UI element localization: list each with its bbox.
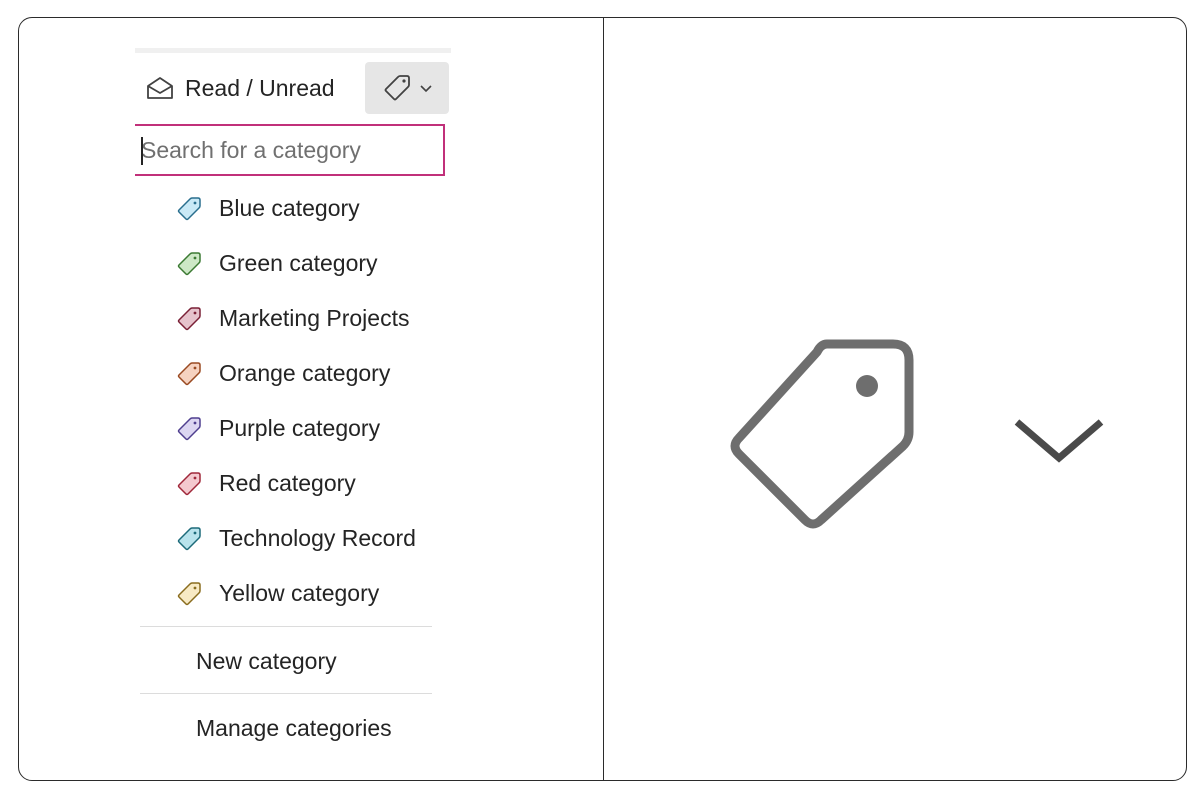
chevron-down-icon bbox=[420, 85, 432, 93]
category-item-yellow[interactable]: Yellow category bbox=[135, 566, 451, 621]
category-label: Technology Record bbox=[219, 525, 416, 551]
category-label: Purple category bbox=[219, 415, 381, 441]
category-dropdown-panel: Read / Unread Blue category bbox=[135, 48, 451, 760]
tag-icon bbox=[177, 526, 201, 550]
category-label: Orange category bbox=[219, 360, 391, 386]
category-search-input[interactable] bbox=[141, 136, 431, 164]
read-unread-button[interactable]: Read / Unread bbox=[145, 70, 335, 106]
categorize-button[interactable] bbox=[365, 62, 449, 114]
menu-separator bbox=[140, 626, 432, 627]
category-item-marketing-projects[interactable]: Marketing Projects bbox=[135, 291, 451, 346]
category-item-orange[interactable]: Orange category bbox=[135, 346, 451, 401]
category-list: Blue category Green category Marketing P… bbox=[135, 181, 451, 621]
ribbon-edge bbox=[135, 48, 451, 53]
toolbar: Read / Unread bbox=[135, 58, 451, 114]
category-label: Yellow category bbox=[219, 580, 380, 606]
tag-icon bbox=[177, 581, 201, 605]
screenshot-frame: Read / Unread Blue category bbox=[18, 17, 1187, 781]
category-item-technology-record[interactable]: Technology Record bbox=[135, 511, 451, 566]
tag-icon bbox=[177, 471, 201, 495]
envelope-open-icon bbox=[147, 77, 173, 99]
chevron-down-icon-zoomed bbox=[1014, 419, 1104, 463]
tag-icon-zoomed bbox=[730, 339, 914, 529]
category-search-box[interactable] bbox=[135, 124, 445, 176]
manage-categories-button[interactable]: Manage categories bbox=[196, 715, 392, 742]
new-category-button[interactable]: New category bbox=[196, 648, 337, 675]
category-item-purple[interactable]: Purple category bbox=[135, 401, 451, 456]
read-unread-label: Read / Unread bbox=[185, 74, 335, 101]
tag-icon bbox=[177, 251, 201, 275]
text-cursor bbox=[141, 137, 143, 165]
category-label: Red category bbox=[219, 470, 356, 496]
tag-icon bbox=[384, 75, 410, 101]
tag-icon bbox=[177, 361, 201, 385]
tag-icon bbox=[177, 416, 201, 440]
menu-separator bbox=[140, 693, 432, 694]
category-item-red[interactable]: Red category bbox=[135, 456, 451, 511]
category-item-green[interactable]: Green category bbox=[135, 236, 451, 291]
category-label: Marketing Projects bbox=[219, 305, 410, 331]
category-label: Green category bbox=[219, 250, 378, 276]
tag-icon bbox=[177, 196, 201, 220]
panel-divider bbox=[603, 18, 604, 780]
tag-icon bbox=[177, 306, 201, 330]
category-label: Blue category bbox=[219, 195, 360, 221]
category-item-blue[interactable]: Blue category bbox=[135, 181, 451, 236]
